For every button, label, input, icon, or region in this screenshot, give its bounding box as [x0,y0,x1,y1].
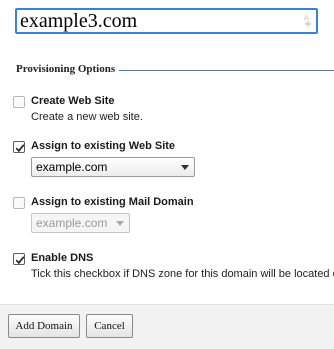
cancel-button[interactable]: Cancel [86,314,133,338]
chevron-down-icon [181,165,189,170]
assign-mail-domain-checkbox[interactable] [13,197,25,209]
fieldset-divider [118,70,334,71]
assign-web-site-label: Assign to existing Web Site [31,140,176,152]
web-site-select[interactable]: example.com [31,157,195,177]
web-site-select-value: example.com [36,160,108,174]
enable-dns-description: Tick this checkbox if DNS zone for this … [31,268,334,280]
checkmark-icon [15,256,25,265]
assign-mail-domain-label: Assign to existing Mail Domain [31,196,194,208]
enable-dns-label: Enable DNS [31,252,94,264]
create-web-site-description: Create a new web site. [31,111,143,123]
checkmark-icon [15,144,25,153]
enable-dns-checkbox[interactable] [13,253,25,265]
mail-domain-select: example.com [31,213,130,233]
svg-text:A: A [304,15,309,22]
spell-check-icon[interactable]: A [302,12,314,28]
domain-name-input[interactable] [15,8,318,34]
assign-web-site-checkbox[interactable] [13,141,25,153]
mail-domain-select-value: example.com [36,216,108,230]
create-web-site-checkbox[interactable] [13,96,25,108]
add-domain-button[interactable]: Add Domain [8,314,80,338]
create-web-site-label: Create Web Site [31,95,115,107]
chevron-down-icon [116,221,124,226]
provisioning-legend: Provisioning Options [16,63,120,75]
